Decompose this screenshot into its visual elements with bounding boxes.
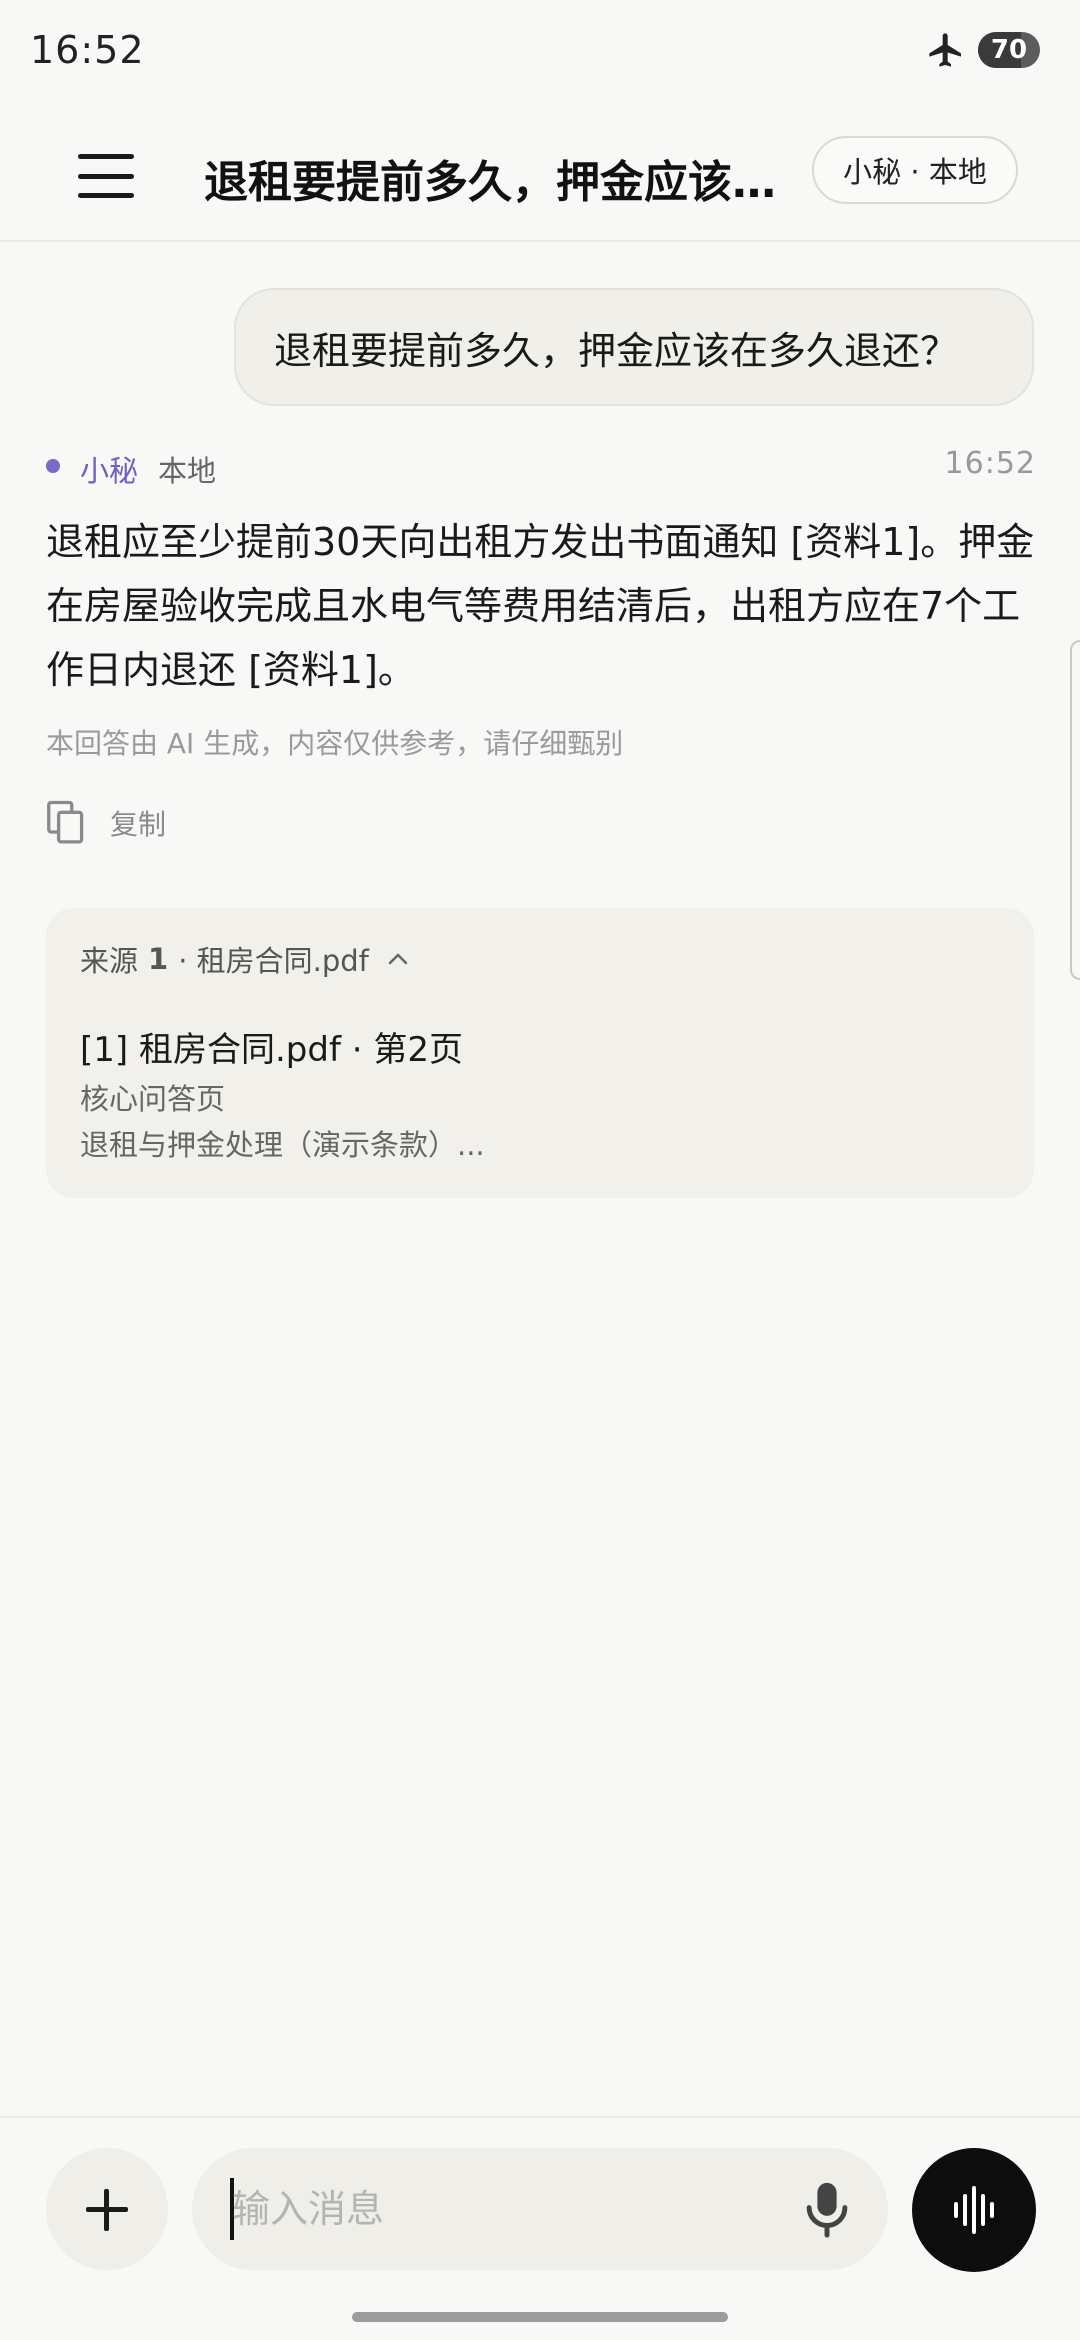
- copy-label: 复制: [110, 808, 167, 841]
- app-header: 退租要提前多久，押金应该… 小秘 · 本地: [0, 110, 1080, 242]
- assistant-meta: 小秘 本地 16:52: [46, 446, 1036, 488]
- status-time: 16:52: [30, 28, 145, 72]
- home-indicator[interactable]: [352, 2312, 728, 2322]
- scroll-handle[interactable]: [1070, 640, 1080, 980]
- battery-indicator: 70: [978, 32, 1040, 68]
- add-attachment-button[interactable]: [46, 2148, 168, 2270]
- microphone-icon[interactable]: [794, 2176, 860, 2242]
- sources-file: · 租房合同.pdf: [178, 944, 369, 978]
- copy-button[interactable]: 复制: [46, 800, 166, 846]
- sources-card: 来源 1 · 租房合同.pdf [1] 租房合同.pdf · 第2页 核心问答页…: [46, 908, 1034, 1198]
- status-bar: 16:52 70: [0, 0, 1080, 100]
- ai-disclaimer: 本回答由 AI 生成，内容仅供参考，请仔细甄别: [46, 727, 624, 760]
- airplane-icon: [929, 33, 961, 67]
- copy-icon: [47, 800, 84, 844]
- message-input[interactable]: [232, 2148, 772, 2270]
- sources-count: 1: [148, 942, 169, 976]
- battery-level: 70: [990, 35, 1028, 65]
- source-item-title[interactable]: [1] 租房合同.pdf · 第2页: [80, 1022, 463, 1071]
- user-message-bubble: 退租要提前多久，押金应该在多久退还？: [234, 288, 1034, 406]
- voice-wave-icon: [954, 2186, 994, 2234]
- chevron-up-icon: [388, 953, 408, 965]
- assistant-timestamp: 16:52: [944, 446, 1036, 481]
- assistant-name: 小秘: [80, 454, 139, 488]
- voice-mode-button[interactable]: [912, 2148, 1036, 2272]
- message-input-wrapper: [192, 2148, 888, 2270]
- assistant-answer: 退租应至少提前30天向出租方发出书面通知 [资料1]。押金在房屋验收完成且水电气…: [46, 520, 1035, 692]
- page-title: 退租要提前多久，押金应该…: [204, 157, 776, 208]
- source-item-subtitle: 核心问答页: [80, 1082, 226, 1116]
- mode-chip[interactable]: 小秘 · 本地: [812, 136, 1018, 204]
- source-item-excerpt: 退租与押金处理（演示条款）...: [80, 1128, 485, 1162]
- status-icons: 70: [926, 30, 1040, 70]
- menu-icon[interactable]: [74, 148, 138, 204]
- assistant-mode: 本地: [158, 454, 217, 488]
- sources-toggle[interactable]: 来源 1 · 租房合同.pdf: [80, 938, 409, 980]
- composer-bar: [0, 2116, 1080, 2340]
- assistant-status-dot: [46, 459, 60, 473]
- sources-label: 来源: [80, 944, 139, 978]
